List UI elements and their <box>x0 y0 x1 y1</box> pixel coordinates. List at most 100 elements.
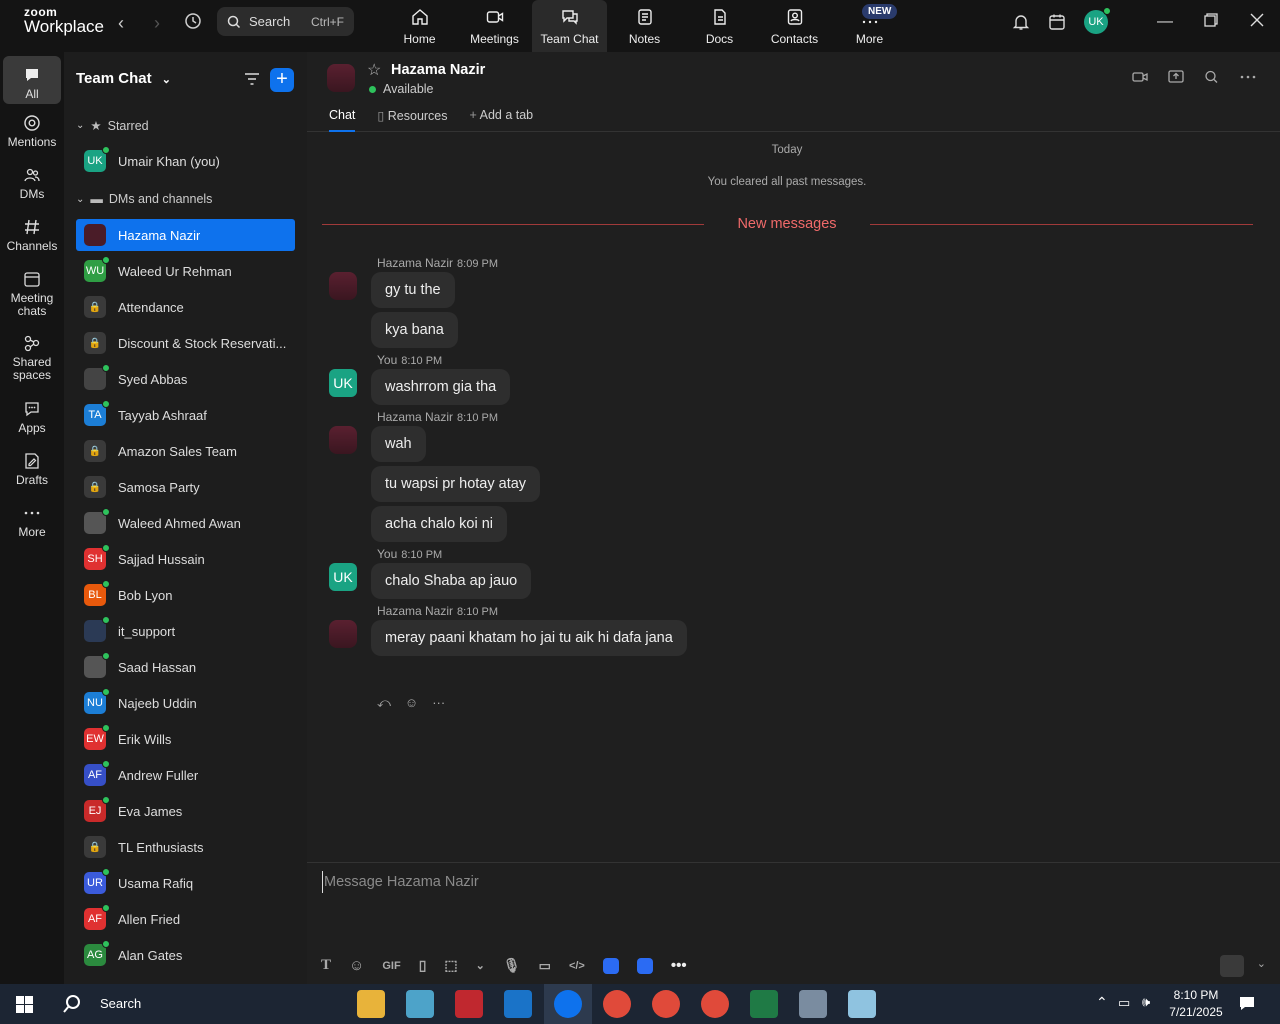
gif-button[interactable]: GIF <box>382 960 400 972</box>
rail-more[interactable]: More <box>0 504 64 539</box>
file-explorer-icon[interactable] <box>357 990 385 1018</box>
nav-contacts[interactable]: Contacts <box>757 0 832 52</box>
dms-section-header[interactable]: ⌄ ▬ DMs and channels <box>76 192 212 206</box>
sender-name[interactable]: You <box>377 547 397 561</box>
message-bubble[interactable]: kya bana <box>371 312 458 348</box>
rail-apps[interactable]: Apps <box>0 400 64 435</box>
user-avatar[interactable]: UK <box>1084 7 1111 34</box>
list-item[interactable]: SH Sajjad Hussain <box>76 543 295 575</box>
notifications-icon[interactable] <box>1238 995 1256 1013</box>
share-screen-icon[interactable] <box>1168 70 1184 84</box>
star-outline-icon[interactable]: ☆ <box>367 60 381 80</box>
panel-title[interactable]: Team Chat ⌄ <box>76 70 171 87</box>
app-icon-2[interactable] <box>636 957 653 974</box>
nav-docs[interactable]: Docs <box>682 0 757 52</box>
video-message-icon[interactable]: ▭ <box>539 958 551 974</box>
outlook-icon[interactable] <box>504 990 532 1018</box>
message-bubble[interactable]: washrrom gia tha <box>371 369 511 405</box>
nav-team-chat[interactable]: Team Chat <box>532 0 607 52</box>
zoom-icon[interactable] <box>554 990 582 1018</box>
message-input[interactable] <box>322 871 1222 893</box>
list-item[interactable]: 🔒 Attendance <box>76 291 295 323</box>
list-item[interactable]: WU Waleed Ur Rehman <box>76 255 295 287</box>
list-item[interactable]: 🔒 TL Enthusiasts <box>76 831 295 863</box>
tab-add[interactable]: + Add a tab <box>470 108 534 132</box>
sender-name[interactable]: Hazama Nazir <box>377 604 453 618</box>
starred-section-header[interactable]: ⌄ ★ Starred <box>76 118 149 134</box>
tab-chat[interactable]: Chat <box>329 108 356 132</box>
minimize-icon[interactable]: — <box>1142 13 1188 31</box>
list-item[interactable]: Hazama Nazir <box>76 219 295 251</box>
list-item[interactable]: AG Alan Gates <box>76 939 295 971</box>
windows-start-icon[interactable] <box>16 996 33 1013</box>
rail-shared-spaces[interactable]: Shared spaces <box>0 334 64 382</box>
list-item[interactable]: UR Usama Rafiq <box>76 867 295 899</box>
list-item[interactable]: EJ Eva James <box>76 795 295 827</box>
contact-name[interactable]: Hazama Nazir <box>391 62 485 78</box>
emoji-reaction-icon[interactable]: ☺ <box>405 695 418 711</box>
send-options-chevron-icon[interactable]: ⌄ <box>1257 957 1266 970</box>
list-item[interactable]: BL Bob Lyon <box>76 579 295 611</box>
list-item[interactable]: NU Najeeb Uddin <box>76 687 295 719</box>
history-icon[interactable] <box>181 12 205 36</box>
message-bubble[interactable]: chalo Shaba ap jauo <box>371 563 532 599</box>
sender-name[interactable]: Hazama Nazir <box>377 410 453 424</box>
text-format-icon[interactable]: T <box>321 957 331 974</box>
list-item[interactable]: 🔒 Amazon Sales Team <box>76 435 295 467</box>
message-bubble[interactable]: tu wapsi pr hotay atay <box>371 466 541 502</box>
taskbar-search-label[interactable]: Search <box>100 996 141 1011</box>
sender-avatar[interactable]: UK <box>329 369 357 397</box>
forward-arrow-icon[interactable]: › <box>145 12 169 36</box>
search-box[interactable]: Search Ctrl+F <box>217 7 354 36</box>
more-options-icon[interactable]: ••• <box>671 957 687 974</box>
list-item[interactable]: AF Andrew Fuller <box>76 759 295 791</box>
code-snippet-icon[interactable]: </> <box>569 960 585 972</box>
bell-icon[interactable] <box>1012 13 1030 31</box>
chrome-icon[interactable] <box>603 990 631 1018</box>
more-options-icon[interactable] <box>1240 70 1256 84</box>
rail-dms[interactable]: DMs <box>0 166 64 201</box>
rail-all[interactable]: All <box>3 56 61 104</box>
nav-home[interactable]: Home <box>382 0 457 52</box>
search-icon[interactable] <box>1204 70 1220 84</box>
list-item[interactable]: it_support <box>76 615 295 647</box>
list-item[interactable]: 🔒 Samosa Party <box>76 471 295 503</box>
message-bubble[interactable]: wah <box>371 426 426 462</box>
list-item[interactable]: TA Tayyab Ashraaf <box>76 399 295 431</box>
more-options-icon[interactable]: ··· <box>432 695 445 711</box>
nav-notes[interactable]: Notes <box>607 0 682 52</box>
send-button[interactable] <box>1220 955 1244 977</box>
microphone-icon[interactable]: 🎙 <box>503 957 521 974</box>
volume-icon[interactable]: 🕪 <box>1142 994 1150 1010</box>
sender-avatar[interactable]: UK <box>329 563 357 591</box>
video-call-icon[interactable] <box>1132 70 1148 84</box>
list-item[interactable]: Saad Hassan <box>76 651 295 683</box>
calendar-icon[interactable] <box>1048 13 1066 31</box>
app-icon-1[interactable] <box>602 957 619 974</box>
list-item[interactable]: AF Allen Fried <box>76 903 295 935</box>
calculator-icon[interactable] <box>799 990 827 1018</box>
screenshot-icon[interactable]: ⬚ <box>444 957 457 974</box>
app-icon[interactable] <box>848 990 876 1018</box>
message-bubble[interactable]: meray paani khatam ho jai tu aik hi dafa… <box>371 620 687 656</box>
close-icon[interactable] <box>1234 13 1280 32</box>
rail-meeting-chats[interactable]: Meeting chats <box>0 270 64 318</box>
chrome-icon[interactable] <box>652 990 680 1018</box>
list-item[interactable]: Waleed Ahmed Awan <box>76 507 295 539</box>
list-item[interactable]: Syed Abbas <box>76 363 295 395</box>
rail-drafts[interactable]: Drafts <box>0 452 64 487</box>
excel-icon[interactable] <box>750 990 778 1018</box>
file-icon[interactable]: ▯ <box>419 957 427 974</box>
filezilla-icon[interactable] <box>455 990 483 1018</box>
app-icon[interactable] <box>406 990 434 1018</box>
new-chat-button[interactable]: + <box>270 68 294 92</box>
contact-avatar[interactable] <box>327 64 355 92</box>
list-item[interactable]: EW Erik Wills <box>76 723 295 755</box>
filter-icon[interactable] <box>244 72 260 86</box>
reply-icon[interactable]: ⤺ <box>377 695 391 711</box>
chevron-down-icon[interactable]: ⌄ <box>476 959 485 972</box>
chrome-icon[interactable] <box>701 990 729 1018</box>
sender-name[interactable]: You <box>377 353 397 367</box>
list-item[interactable]: UK Umair Khan (you) <box>76 145 295 177</box>
message-bubble[interactable]: gy tu the <box>371 272 455 308</box>
